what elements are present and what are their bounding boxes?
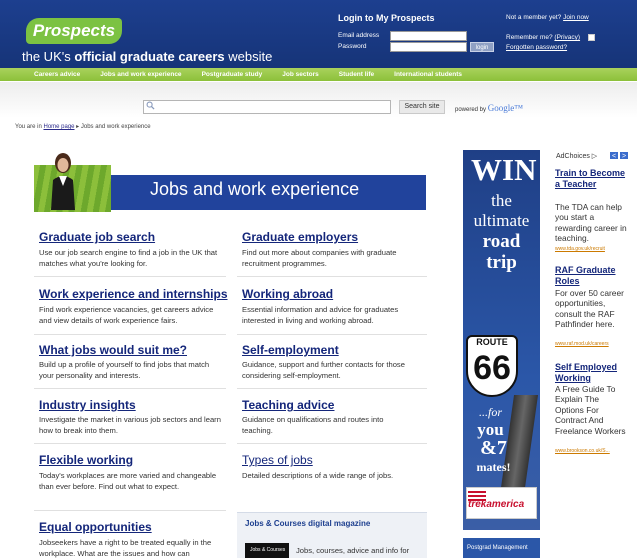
- desc-graduate-job-search: Use our job search engine to find a job …: [39, 248, 218, 268]
- login-button[interactable]: login: [470, 42, 494, 52]
- link-flexible-working[interactable]: Flexible working: [39, 453, 133, 467]
- divider: [34, 510, 226, 511]
- desc-graduate-employers: Find out more about companies with gradu…: [242, 248, 397, 268]
- desc-types-of-jobs: Detailed descriptions of a wide range of…: [242, 471, 394, 480]
- link-industry-insights[interactable]: Industry insights: [39, 398, 136, 412]
- ad-next-button[interactable]: >: [619, 151, 629, 160]
- magazine-title[interactable]: Jobs & Courses digital magazine: [245, 519, 370, 528]
- ad-body-self-employed: A Free Guide To Explain The Options For …: [555, 384, 626, 436]
- link-work-experience[interactable]: Work experience and internships: [39, 287, 228, 301]
- ad-text-and-7: &7: [480, 437, 507, 459]
- ad-title-raf[interactable]: RAF Graduate Roles: [555, 265, 627, 287]
- ad-url-self-employed[interactable]: www.brookson.co.uk/S...: [555, 448, 610, 454]
- powered-by-google: powered by Google™: [455, 103, 524, 113]
- divider: [34, 388, 226, 389]
- breadcrumb-home-link[interactable]: Home page: [43, 124, 74, 130]
- nav-postgraduate-study[interactable]: Postgraduate study: [202, 71, 263, 78]
- ad-body-raf: For over 50 career opportunities, consul…: [555, 288, 624, 330]
- divider: [237, 334, 427, 335]
- divider: [34, 443, 226, 444]
- link-teaching-advice[interactable]: Teaching advice: [242, 398, 334, 412]
- desc-self-employment: Guidance, support and further contacts f…: [242, 360, 405, 380]
- email-label: Email address: [338, 32, 380, 39]
- page-banner: Jobs and work experience: [34, 152, 426, 212]
- link-self-employment[interactable]: Self-employment: [242, 343, 339, 357]
- person-photo: [51, 153, 75, 210]
- ad-text-the: the: [491, 191, 512, 210]
- desc-teaching-advice: Guidance on qualifications and routes in…: [242, 415, 384, 435]
- trekamerica-brand: trekamerica: [468, 499, 525, 510]
- link-equal-opportunities[interactable]: Equal opportunities: [39, 520, 152, 534]
- desc-equal-opportunities: Jobseekers have a right to be treated eq…: [39, 538, 212, 558]
- nav-jobs-work-experience[interactable]: Jobs and work experience: [100, 71, 181, 78]
- link-graduate-employers[interactable]: Graduate employers: [242, 230, 358, 244]
- site-tagline: the UK's official graduate careers websi…: [22, 49, 273, 64]
- login-title: Login to My Prospects: [338, 13, 435, 23]
- desc-flexible-working: Today's workplaces are more varied and c…: [39, 471, 217, 491]
- privacy-link[interactable]: (Privacy): [554, 34, 580, 41]
- link-types-of-jobs[interactable]: Types of jobs: [242, 453, 313, 467]
- remember-me-checkbox[interactable]: [588, 34, 595, 41]
- link-working-abroad[interactable]: Working abroad: [242, 287, 333, 301]
- desc-working-abroad: Essential information and advice for gra…: [242, 305, 399, 325]
- ad-nav: < >: [609, 151, 629, 160]
- main-nav: Careers advice Jobs and work experience …: [0, 68, 637, 81]
- divider: [237, 388, 427, 389]
- link-graduate-job-search[interactable]: Graduate job search: [39, 230, 155, 244]
- join-prompt: Not a member yet? Join now: [506, 14, 589, 21]
- nav-job-sectors[interactable]: Job sectors: [282, 71, 319, 78]
- ad-prev-button[interactable]: <: [609, 151, 619, 160]
- ad-win-text: WIN: [471, 152, 537, 187]
- postgrad-ad-text: Postgrad Management: [467, 545, 528, 551]
- forgotten-password-link[interactable]: Forgotten password?: [506, 44, 567, 51]
- ad-url-teacher[interactable]: www.tda.gov.uk/recruit: [555, 246, 605, 252]
- divider: [34, 334, 226, 335]
- search-button[interactable]: Search site: [399, 100, 445, 114]
- prospects-logo[interactable]: Prospects: [26, 18, 122, 44]
- ad-text-trip: trip: [486, 252, 517, 273]
- ad-title-self-employed[interactable]: Self Employed Working: [555, 362, 627, 384]
- nav-international-students[interactable]: International students: [394, 71, 462, 78]
- ad-text-for: ...for: [478, 405, 502, 419]
- shield-route-label: ROUTE: [476, 337, 508, 347]
- search-icon: [146, 101, 155, 110]
- nav-careers-advice[interactable]: Careers advice: [34, 71, 80, 78]
- ad-text-road: road: [482, 231, 521, 252]
- desc-industry-insights: Investigate the market in various job se…: [39, 415, 221, 435]
- divider: [237, 276, 427, 277]
- link-what-jobs-suit-me[interactable]: What jobs would suit me?: [39, 343, 187, 357]
- desc-what-jobs-suit-me: Build up a profile of yourself to find j…: [39, 360, 210, 380]
- magazine-thumbnail-label: Jobs & Courses: [250, 547, 286, 553]
- ad-body-teacher: The TDA can help you start a rewarding c…: [555, 202, 627, 244]
- divider: [34, 276, 226, 277]
- page-title: Jobs and work experience: [150, 179, 360, 199]
- desc-work-experience: Find work experience vacancies, get care…: [39, 305, 214, 325]
- join-now-link[interactable]: Join now: [563, 14, 589, 21]
- shield-number: 66: [473, 349, 511, 387]
- magazine-desc: Jobs, courses, advice and info for: [296, 546, 410, 555]
- password-field[interactable]: [390, 42, 467, 52]
- remember-me-label: Remember me? (Privacy): [506, 34, 581, 41]
- search-input[interactable]: [143, 100, 391, 114]
- nav-student-life[interactable]: Student life: [339, 71, 374, 78]
- ad-text-ultimate: ultimate: [473, 211, 530, 230]
- ad-url-raf[interactable]: www.raf.mod.uk/careers: [555, 341, 609, 347]
- ad-text-mates: mates!: [476, 460, 511, 474]
- breadcrumb: You are in Home page ▸ Jobs and work exp…: [15, 124, 151, 130]
- adchoices-label[interactable]: AdChoices ▷: [556, 152, 597, 160]
- ad-title-teacher[interactable]: Train to Become a Teacher: [555, 168, 627, 190]
- divider: [237, 443, 427, 444]
- email-field[interactable]: [390, 31, 467, 41]
- password-label: Password: [338, 43, 367, 50]
